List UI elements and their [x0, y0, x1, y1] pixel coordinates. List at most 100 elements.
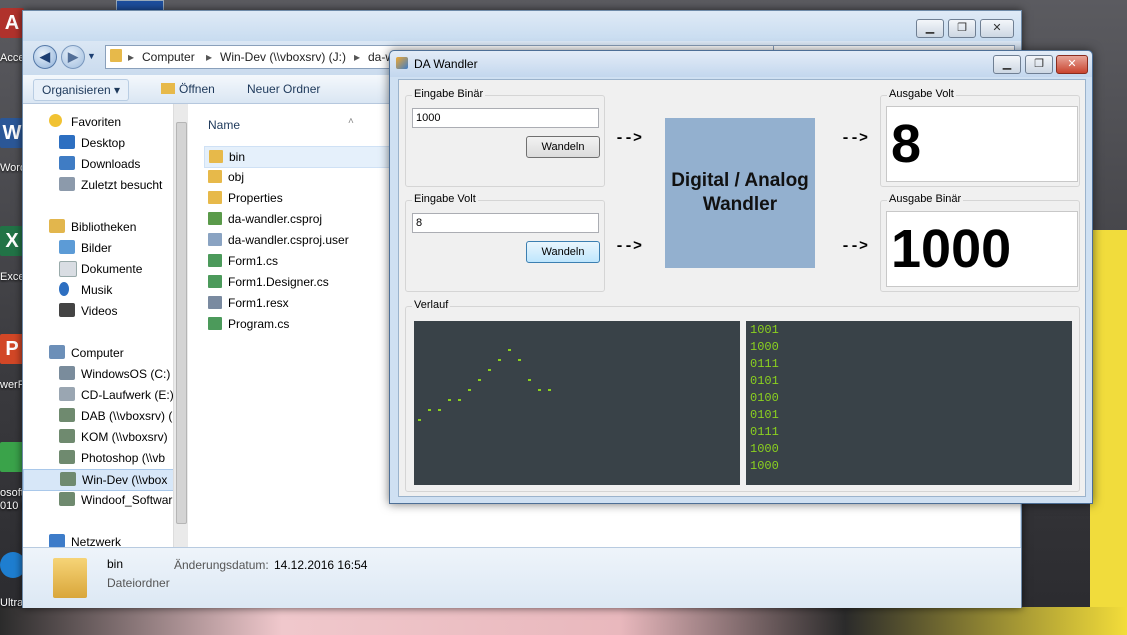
file-row-properties[interactable]: Properties	[204, 188, 404, 208]
star-icon	[49, 114, 62, 127]
folder-icon	[208, 191, 222, 204]
graph-point	[458, 399, 461, 401]
group-input-binary-title: Eingabe Binär	[412, 88, 486, 100]
column-header-name[interactable]: Name	[208, 118, 240, 132]
history-binary-line: 1000	[750, 459, 779, 473]
file-row-csproj[interactable]: da-wandler.csproj	[204, 209, 404, 229]
group-output-volt-title: Ausgabe Volt	[887, 88, 956, 100]
forward-icon[interactable]: ▶	[61, 45, 85, 69]
open-folder-icon	[161, 83, 175, 94]
file-row-program-cs[interactable]: Program.cs	[204, 314, 404, 334]
breadcrumb-computer[interactable]: Computer	[142, 50, 195, 64]
nav-item-win-dev[interactable]: Win-Dev (\\vbox	[23, 469, 175, 491]
nav-item-windoof[interactable]: Windoof_Softwar	[23, 490, 173, 510]
nav-libraries[interactable]: Bibliotheken	[23, 217, 173, 237]
graph-point	[468, 389, 471, 391]
app-icon	[396, 57, 408, 69]
cs-file-icon	[208, 254, 222, 267]
drive-icon	[59, 366, 75, 380]
recent-places-icon	[59, 177, 75, 191]
history-binary-line: 1000	[750, 340, 779, 354]
network-drive-icon	[59, 450, 75, 464]
graph-point	[478, 379, 481, 381]
nav-item-drive-e[interactable]: CD-Laufwerk (E:)	[23, 385, 173, 405]
details-modified-label: Änderungsdatum:	[174, 558, 269, 572]
history-binary-panel: 1001 1000 0111 0101 0100 0101 0111 1000 1000	[746, 321, 1072, 485]
nav-item-videos[interactable]: Videos	[23, 301, 173, 321]
graph-point	[428, 409, 431, 411]
graph-point	[538, 389, 541, 391]
explorer-close-button[interactable]: ✕	[980, 19, 1014, 38]
desktop-icon	[59, 135, 75, 149]
nav-item-dab[interactable]: DAB (\\vboxsrv) (	[23, 406, 173, 426]
nav-item-recent[interactable]: Zuletzt besucht	[23, 175, 173, 195]
nav-item-desktop[interactable]: Desktop	[23, 133, 173, 153]
graph-point	[438, 409, 441, 411]
output-binary-display: 1000	[886, 211, 1078, 287]
file-row-form1-resx[interactable]: Form1.resx	[204, 293, 404, 313]
nav-item-drive-c[interactable]: WindowsOS (C:)	[23, 364, 173, 384]
file-row-form1-designer[interactable]: Form1.Designer.cs	[204, 272, 404, 292]
cs-file-icon	[208, 317, 222, 330]
nav-item-documents[interactable]: Dokumente	[23, 259, 173, 279]
arrow-to-converter-bottom: -->	[615, 238, 643, 255]
convert-volt-button[interactable]: Wandeln	[526, 241, 600, 263]
history-binary-line: 1000	[750, 442, 779, 456]
file-row-form1-cs[interactable]: Form1.cs	[204, 251, 404, 271]
da-wandler-client: Eingabe Binär 1000 Wandeln Eingabe Volt …	[398, 79, 1086, 497]
breadcrumb-drive[interactable]: Win-Dev (\\vboxsrv) (J:)	[220, 50, 346, 64]
downloads-icon	[59, 156, 75, 170]
file-row-bin[interactable]: bin	[204, 146, 406, 168]
convert-binary-button[interactable]: Wandeln	[526, 136, 600, 158]
group-output-binary: Ausgabe Binär 1000	[880, 193, 1080, 292]
details-type: Dateiordner	[107, 576, 170, 590]
history-binary-line: 0101	[750, 374, 779, 388]
desktop-icon-project[interactable]	[0, 442, 24, 472]
group-input-volt-title: Eingabe Volt	[412, 193, 478, 205]
folder-icon	[209, 150, 223, 163]
scrollbar-thumb[interactable]	[176, 122, 187, 524]
nav-item-music[interactable]: Musik	[23, 280, 173, 300]
nav-item-pictures[interactable]: Bilder	[23, 238, 173, 258]
close-button[interactable]: ✕	[1056, 55, 1088, 74]
recent-pages-icon[interactable]: ▼	[87, 51, 96, 61]
group-input-binary: Eingabe Binär 1000 Wandeln	[405, 88, 605, 187]
file-row-obj[interactable]: obj	[204, 167, 404, 187]
minimize-button[interactable]: ▁	[993, 55, 1021, 74]
output-volt-display: 8	[886, 106, 1078, 182]
desktop-wallpaper-yellow	[1090, 230, 1127, 635]
cd-drive-icon	[59, 387, 75, 401]
desktop-icon-word[interactable]: W	[0, 118, 24, 148]
input-binary-field[interactable]: 1000	[412, 108, 599, 128]
explorer-minimize-button[interactable]: ▁	[916, 19, 944, 38]
nav-item-kom[interactable]: KOM (\\vboxsrv)	[23, 427, 173, 447]
history-binary-line: 1001	[750, 323, 779, 337]
desktop-icon-powerpoint[interactable]: P	[0, 334, 24, 364]
libraries-icon	[49, 219, 65, 233]
music-icon	[59, 282, 69, 296]
organize-button[interactable]: Organisieren ▾	[33, 79, 130, 101]
maximize-button[interactable]: ❐	[1025, 55, 1053, 74]
details-name: bin	[107, 557, 124, 571]
group-history: Verlauf 1001 1000 0111 0101 0100 0101 0111 1000…	[405, 299, 1080, 492]
history-binary-line: 0111	[750, 357, 779, 371]
videos-icon	[59, 303, 75, 317]
details-pane: bin Dateiordner Änderungsdatum: 14.12.20…	[23, 547, 1021, 608]
navigation-scrollbar[interactable]	[173, 104, 188, 551]
desktop-icon-access[interactable]: A	[0, 8, 24, 38]
nav-item-photoshop[interactable]: Photoshop (\\vb	[23, 448, 173, 468]
new-folder-button[interactable]: Neuer Ordner	[239, 79, 328, 99]
nav-favorites[interactable]: Favoriten	[23, 112, 173, 132]
graph-point	[528, 379, 531, 381]
cs-file-icon	[208, 275, 222, 288]
explorer-maximize-button[interactable]: ❐	[948, 19, 976, 38]
nav-item-downloads[interactable]: Downloads	[23, 154, 173, 174]
file-row-csproj-user[interactable]: da-wandler.csproj.user	[204, 230, 404, 250]
desktop-icon-excel[interactable]: X	[0, 226, 24, 256]
input-volt-field[interactable]: 8	[412, 213, 599, 233]
nav-computer[interactable]: Computer	[23, 343, 173, 363]
large-folder-icon	[53, 558, 87, 598]
open-button[interactable]: Öffnen	[153, 79, 223, 99]
back-icon[interactable]: ◀	[33, 45, 57, 69]
da-wandler-titlebar[interactable]: DA Wandler ▁ ❐ ✕	[390, 51, 1092, 77]
